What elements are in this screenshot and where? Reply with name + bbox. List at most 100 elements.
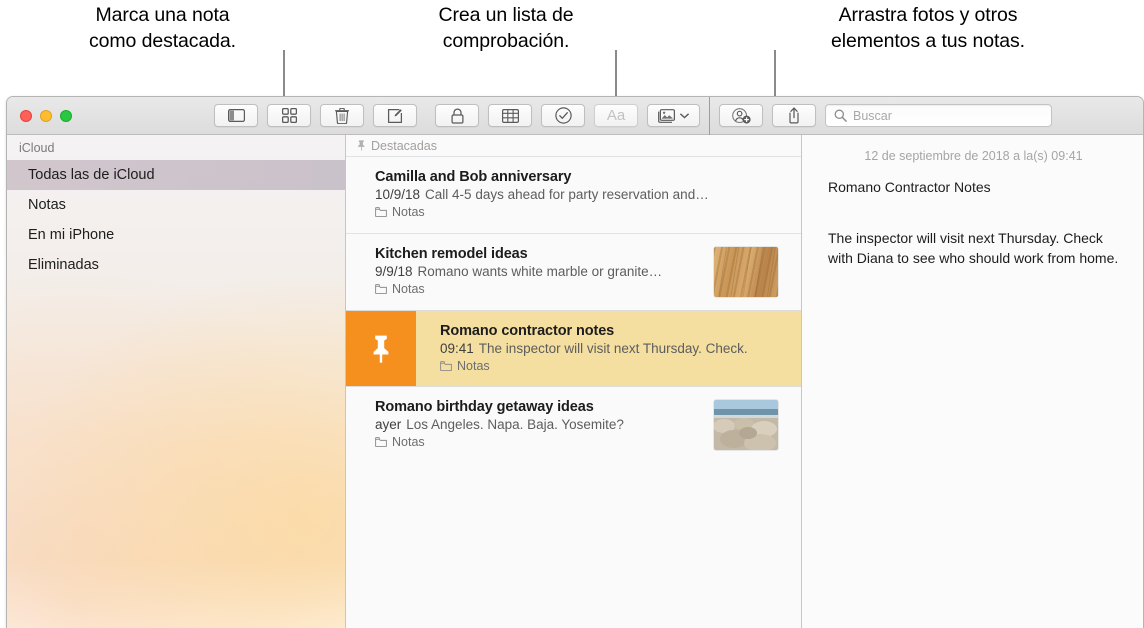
note-date: 09:41 bbox=[440, 341, 474, 356]
trash-icon bbox=[335, 107, 349, 124]
note-meta: 10/9/18 Call 4-5 days ahead for party res… bbox=[375, 187, 801, 202]
note-meta: 9/9/18 Romano wants white marble or grani… bbox=[375, 264, 706, 279]
window-controls bbox=[20, 109, 72, 122]
note-folder: Notas bbox=[375, 435, 706, 449]
note-thumbnail-beach bbox=[714, 400, 778, 450]
note-content: Romano contractor notes 09:41 The inspect… bbox=[416, 311, 801, 386]
pin-indicator[interactable] bbox=[346, 311, 416, 386]
note-title: Romano contractor notes bbox=[440, 323, 615, 339]
folder-icon bbox=[375, 437, 387, 447]
note-folder-label: Notas bbox=[392, 435, 425, 449]
note-thumbnail-wood bbox=[714, 247, 778, 297]
search-input[interactable]: Buscar bbox=[825, 104, 1052, 127]
sidebar-item-label: Notas bbox=[28, 197, 66, 213]
section-header-label: Destacadas bbox=[371, 138, 438, 153]
note-date: ayer bbox=[375, 417, 402, 432]
note-preview: The inspector will visit next Thursday. … bbox=[478, 341, 748, 356]
note-folder: Notas bbox=[375, 205, 801, 219]
table-icon bbox=[501, 108, 519, 123]
note-date: 10/9/18 bbox=[375, 187, 421, 202]
note-detail-title: Romano Contractor Notes bbox=[828, 179, 991, 195]
folder-icon bbox=[440, 361, 452, 371]
table-row[interactable]: Romano birthday getaway ideas ayer Los An… bbox=[346, 387, 801, 464]
grid-icon bbox=[281, 108, 297, 123]
add-people-button[interactable] bbox=[719, 104, 763, 127]
note-title: Kitchen remodel ideas bbox=[375, 246, 528, 262]
sidebar-item-label: Todas las de iCloud bbox=[28, 167, 155, 183]
callout-drag: Arrastra fotos y otros elementos a tus n… bbox=[783, 2, 1073, 54]
folder-icon bbox=[375, 284, 387, 294]
note-detail-pane[interactable]: 12 de septiembre de 2018 a la(s) 09:41 R… bbox=[802, 135, 1143, 628]
search-placeholder: Buscar bbox=[853, 108, 892, 123]
sidebar-section-header: iCloud bbox=[19, 141, 55, 155]
sidebar: iCloud Todas las de iCloud Notas En mi i… bbox=[7, 135, 346, 628]
sidebar-item-en-mi-iphone[interactable]: En mi iPhone bbox=[7, 220, 345, 250]
search-icon bbox=[834, 109, 847, 122]
note-content: Kitchen remodel ideas 9/9/18 Romano wants… bbox=[346, 234, 706, 310]
callout-drag-line1: Arrastra fotos y otros bbox=[838, 4, 1018, 26]
callout-pin-line2: como destacada. bbox=[88, 30, 236, 52]
add-person-icon bbox=[731, 107, 751, 124]
delete-note-button[interactable] bbox=[320, 104, 364, 127]
pin-icon bbox=[358, 140, 365, 151]
note-detail-body: The inspector will visit next Thursday. … bbox=[828, 230, 1119, 266]
share-note-button[interactable] bbox=[772, 104, 816, 127]
minimize-button[interactable] bbox=[40, 109, 52, 122]
callout-drag-line2: elementos a tus notas. bbox=[831, 30, 1025, 52]
callout-checklist-line2: comprobación. bbox=[442, 30, 570, 52]
table-row[interactable]: Kitchen remodel ideas 9/9/18 Romano wants… bbox=[346, 233, 801, 310]
note-preview: Romano wants white marble or granite… bbox=[417, 264, 663, 279]
sidebar-item-notas[interactable]: Notas bbox=[7, 190, 345, 220]
callout-checklist: Crea un lista de comprobación. bbox=[386, 2, 626, 54]
window-toolbar: Aa Buscar bbox=[7, 97, 1143, 135]
callout-pin-line1: Marca una nota bbox=[95, 4, 230, 26]
aa-icon: Aa bbox=[606, 107, 626, 124]
toolbar-separator bbox=[709, 97, 710, 135]
note-folder-label: Notas bbox=[457, 359, 490, 373]
close-button[interactable] bbox=[20, 109, 32, 122]
notes-window: Aa Buscar iCloud Todas las de iCloud Not… bbox=[6, 96, 1144, 628]
note-preview: Call 4-5 days ahead for party reservatio… bbox=[425, 187, 709, 202]
notes-list: Destacadas Camilla and Bob anniversary 1… bbox=[346, 135, 802, 628]
zoom-button[interactable] bbox=[60, 109, 72, 122]
chevron-down-icon bbox=[680, 113, 689, 119]
pin-icon bbox=[373, 335, 389, 363]
text-format-button[interactable]: Aa bbox=[594, 104, 638, 127]
note-title: Camilla and Bob anniversary bbox=[375, 169, 572, 185]
compose-icon bbox=[387, 108, 403, 123]
sidebar-item-todas-icloud[interactable]: Todas las de iCloud bbox=[7, 160, 345, 190]
lock-note-button[interactable] bbox=[435, 104, 479, 127]
note-date: 9/9/18 bbox=[375, 264, 413, 279]
note-preview: Los Angeles. Napa. Baja. Yosemite? bbox=[406, 417, 624, 432]
check-circle-icon bbox=[554, 107, 572, 124]
sidebar-item-label: Eliminadas bbox=[28, 257, 99, 273]
note-content: Romano birthday getaway ideas ayer Los An… bbox=[346, 387, 706, 464]
notes-list-section-header: Destacadas bbox=[346, 135, 801, 156]
screenshot-root: Marca una nota como destacada. Crea un l… bbox=[0, 0, 1144, 628]
insert-table-button[interactable] bbox=[488, 104, 532, 127]
sidebar-item-label: En mi iPhone bbox=[28, 227, 115, 243]
lock-icon bbox=[450, 107, 464, 124]
note-folder-label: Notas bbox=[392, 282, 425, 296]
note-meta: ayer Los Angeles. Napa. Baja. Yosemite? bbox=[375, 417, 706, 432]
note-content: Camilla and Bob anniversary 10/9/18 Call … bbox=[346, 157, 801, 233]
checklist-button[interactable] bbox=[541, 104, 585, 127]
table-row[interactable]: Romano contractor notes 09:41 The inspect… bbox=[346, 310, 801, 387]
callout-checklist-line1: Crea un lista de bbox=[438, 4, 574, 26]
compose-note-button[interactable] bbox=[373, 104, 417, 127]
note-folder: Notas bbox=[440, 359, 801, 373]
sidebar-icon bbox=[227, 109, 245, 122]
note-folder: Notas bbox=[375, 282, 706, 296]
note-meta: 09:41 The inspector will visit next Thurs… bbox=[440, 341, 801, 356]
callout-pin: Marca una nota como destacada. bbox=[40, 2, 285, 54]
table-row[interactable]: Camilla and Bob anniversary 10/9/18 Call … bbox=[346, 156, 801, 233]
note-detail-date: 12 de septiembre de 2018 a la(s) 09:41 bbox=[864, 149, 1083, 163]
share-icon bbox=[789, 107, 799, 124]
sidebar-toggle-button[interactable] bbox=[214, 104, 258, 127]
sidebar-item-eliminadas[interactable]: Eliminadas bbox=[7, 250, 345, 280]
media-icon bbox=[658, 108, 675, 123]
note-folder-label: Notas bbox=[392, 205, 425, 219]
gallery-view-button[interactable] bbox=[267, 104, 311, 127]
note-title: Romano birthday getaway ideas bbox=[375, 399, 594, 415]
insert-media-button[interactable] bbox=[647, 104, 700, 127]
